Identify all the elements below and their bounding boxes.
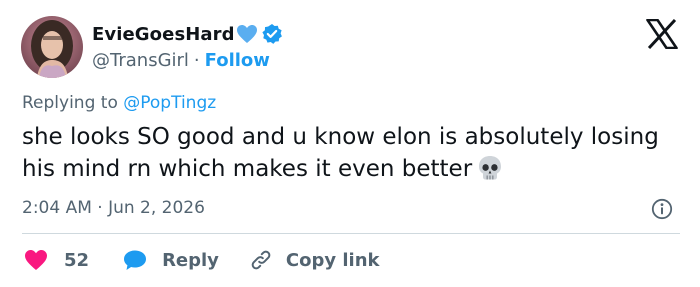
avatar[interactable] bbox=[21, 16, 83, 78]
replying-to-line: Replying to @PopTingz bbox=[22, 93, 216, 113]
copy-link-button[interactable]: Copy link bbox=[249, 248, 380, 272]
action-bar: 52 Reply Copy link bbox=[24, 246, 380, 274]
blue-heart-icon bbox=[236, 24, 258, 44]
copy-link-label: Copy link bbox=[285, 249, 380, 271]
link-icon bbox=[251, 250, 271, 270]
replying-prefix: Replying to bbox=[22, 93, 118, 113]
separator-dot: · bbox=[193, 49, 200, 71]
reply-label: Reply bbox=[162, 249, 219, 271]
tweet-text: she looks SO good and u know elon is abs… bbox=[22, 124, 659, 182]
reply-bubble-icon bbox=[124, 250, 147, 270]
divider bbox=[22, 233, 680, 234]
x-logo-icon[interactable] bbox=[646, 18, 678, 50]
author-handle[interactable]: @TransGirl bbox=[92, 50, 189, 71]
reply-button[interactable]: Reply bbox=[123, 249, 219, 271]
heart-icon bbox=[25, 250, 47, 270]
author-name-row: EvieGoesHard bbox=[92, 21, 283, 47]
skull-icon bbox=[476, 154, 504, 191]
follow-button[interactable]: Follow bbox=[205, 50, 270, 71]
verified-badge-icon[interactable] bbox=[261, 23, 283, 45]
replying-to-mention[interactable]: @PopTingz bbox=[123, 93, 216, 113]
author-display-name[interactable]: EvieGoesHard bbox=[92, 24, 235, 45]
tweet-timestamp[interactable]: 2:04 AM · Jun 2, 2026 bbox=[22, 198, 205, 218]
tweet-text-block: she looks SO good and u know elon is abs… bbox=[22, 121, 662, 191]
like-count: 52 bbox=[64, 249, 90, 271]
info-icon[interactable] bbox=[651, 198, 673, 224]
tweet-card: EvieGoesHard @TransGirl · Follow Replyin… bbox=[0, 0, 700, 287]
like-button[interactable]: 52 bbox=[24, 249, 89, 271]
author-handle-row: @TransGirl · Follow bbox=[92, 48, 270, 72]
